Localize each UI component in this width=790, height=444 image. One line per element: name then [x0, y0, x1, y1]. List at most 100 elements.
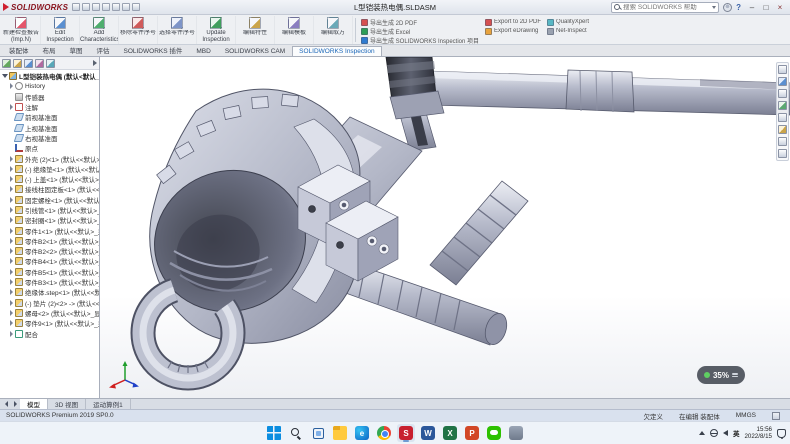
tab-layout[interactable]: 布局 [36, 43, 63, 56]
zoom-indicator[interactable]: 35% [697, 366, 745, 384]
solidworks-logo[interactable]: SOLIDWORKS [3, 3, 68, 12]
collapse-arrow-icon[interactable] [2, 74, 8, 78]
tree-item-front-plane[interactable]: 前视基准面 [0, 112, 99, 122]
tree-item-component[interactable]: 零件9<1> (默认<<默认>_显示状态 1>) [0, 318, 99, 328]
print-icon[interactable] [102, 3, 110, 11]
taskbar-task-view-button[interactable] [309, 424, 327, 442]
expand-arrow-icon[interactable] [8, 331, 14, 337]
tree-item-sensors[interactable]: 传感器 [0, 92, 99, 102]
hide-show-items-icon[interactable] [778, 113, 787, 122]
expand-arrow-icon[interactable] [8, 166, 14, 172]
display-style-icon[interactable] [778, 101, 787, 110]
minimize-button[interactable]: – [745, 1, 759, 14]
sign-in-icon[interactable] [723, 3, 732, 12]
expand-arrow-icon[interactable] [8, 83, 14, 89]
tree-item-component[interactable]: (-) 上盖<1> (默认<<默认>_显示状态 1>) [0, 174, 99, 184]
armored-sheath-tube[interactable] [426, 70, 790, 115]
expand-arrow-icon[interactable] [8, 258, 14, 264]
open-file-icon[interactable] [82, 3, 90, 11]
expand-arrow-icon[interactable] [8, 156, 14, 162]
net-inspect-button[interactable]: Net-Inspect [547, 27, 589, 35]
expand-arrow-icon[interactable] [8, 289, 14, 295]
section-view-icon[interactable] [778, 77, 787, 86]
tree-item-component[interactable]: 绝缘体.step<1> (默认<<默认>_显示状态 1>) [0, 287, 99, 297]
select-balloons-button[interactable]: 选择零件序号 [158, 16, 197, 44]
edit-template-button[interactable]: 编辑模板 [275, 16, 314, 44]
volume-icon[interactable] [723, 430, 728, 436]
expand-arrow-icon[interactable] [8, 279, 14, 285]
tree-item-top-plane[interactable]: 上视基准面 [0, 122, 99, 132]
tree-item-component[interactable]: 密封圈<1> (默认<<默认>_显示状态 1>) [0, 215, 99, 225]
featuremanager-tree-icon[interactable] [2, 59, 11, 68]
tree-item-component[interactable]: 螺母<2> (默认<<默认>_显示状态 1>) [0, 308, 99, 318]
taskbar-excel-button[interactable]: X [441, 424, 459, 442]
redo-icon[interactable] [122, 3, 130, 11]
zoom-fit-icon[interactable] [778, 65, 787, 74]
tree-item-mates[interactable]: 配合 [0, 328, 99, 338]
export-to-2d-pdf-button[interactable]: Export to 2D PDF [485, 18, 541, 26]
network-icon[interactable] [710, 429, 718, 437]
tree-item-component[interactable]: (-) 垫片 (2)<2> -> (默认<<默认>_显示状态 1>) [0, 298, 99, 308]
search-input[interactable] [623, 4, 710, 11]
taskbar-edge-button[interactable]: e [353, 424, 371, 442]
export-2d-pdf-cn-button[interactable]: 导出生成 2D PDF [361, 18, 479, 26]
tree-item-component[interactable]: 零件B4<1> (默认<<默认>_显示状态 1>) [0, 256, 99, 266]
save-icon[interactable] [92, 3, 100, 11]
expand-arrow-icon[interactable] [8, 300, 14, 306]
tab-sketch[interactable]: 草图 [63, 43, 90, 56]
taskbar-solidworks-button[interactable]: S [397, 424, 415, 442]
taskbar-wechat-button[interactable] [485, 424, 503, 442]
tab-mbd[interactable]: MBD [189, 46, 217, 56]
taskbar-start-button[interactable] [265, 424, 283, 442]
taskbar-file-explorer-button[interactable] [331, 424, 349, 442]
dimxpertmanager-icon[interactable] [35, 59, 44, 68]
edit-appearance-icon[interactable] [778, 125, 787, 134]
tab-solidworks-inspection[interactable]: SOLIDWORKS Inspection [292, 46, 382, 56]
finned-section[interactable] [430, 181, 528, 285]
units-selector[interactable]: MMGS [736, 412, 756, 419]
edit-characteristics-button[interactable]: 编辑特性 [236, 16, 275, 44]
configurationmanager-icon[interactable] [24, 59, 33, 68]
tree-item-assembly-root[interactable]: L型铠装热电偶 (默认<默认_显示状态-1>) [0, 71, 99, 81]
expand-arrow-icon[interactable] [8, 248, 14, 254]
tree-item-component[interactable]: 外壳 (2)<1> (默认<<默认>_显示状态 1>) [0, 153, 99, 163]
taskbar-powerpoint-button[interactable]: P [463, 424, 481, 442]
export-excel-cn-button[interactable]: 导出生成 Excel [361, 27, 479, 35]
3d-model-view[interactable] [100, 57, 790, 398]
new-inspection-project-button[interactable]: 新建检查报告(Imp.N) [2, 16, 41, 44]
remove-balloons-button[interactable]: 移除零件序号 [119, 16, 158, 44]
tab-3d-views[interactable]: 3D 视图 [48, 399, 86, 409]
propertymanager-icon[interactable] [13, 59, 22, 68]
taskbar-chrome-button[interactable] [375, 424, 393, 442]
expand-arrow-icon[interactable] [8, 269, 14, 275]
tree-item-component[interactable]: 零件B2<1> (默认<<默认>_显示状态 1>) [0, 236, 99, 246]
expand-arrow-icon[interactable] [8, 228, 14, 234]
tray-overflow-icon[interactable] [699, 431, 705, 435]
expand-arrow-icon[interactable] [8, 320, 14, 326]
tree-item-history[interactable]: History [0, 81, 99, 91]
tab-model[interactable]: 模型 [20, 399, 48, 409]
clock[interactable]: 15:56 2022/8/15 [744, 426, 772, 440]
expand-arrow-icon[interactable] [8, 104, 14, 110]
tab-assembly[interactable]: 装配体 [2, 43, 36, 56]
add-characteristics-button[interactable]: Add Characteristics [80, 16, 119, 44]
tree-item-component[interactable]: 固定螺栓<1> (默认<<默认>_显示状态 1>) [0, 195, 99, 205]
qualityxpert-button[interactable]: QualityXpert [547, 18, 589, 26]
tree-item-origin[interactable]: 原点 [0, 143, 99, 153]
tree-item-component[interactable]: 零件B3<1> (默认<<默认>_显示状态 1>) [0, 277, 99, 287]
tree-item-component[interactable]: (-) 绝缘垫<1> (默认<<默认>_显示状态 1>) [0, 164, 99, 174]
tree-item-right-plane[interactable]: 右视基准面 [0, 133, 99, 143]
expand-arrow-icon[interactable] [8, 186, 14, 192]
notification-center-icon[interactable] [777, 429, 786, 438]
tab-solidworks-addins[interactable]: SOLIDWORKS 插件 [117, 43, 190, 56]
expand-arrow-icon[interactable] [8, 176, 14, 182]
taskbar-word-button[interactable]: W [419, 424, 437, 442]
expand-arrow-icon[interactable] [8, 217, 14, 223]
view-orientation-icon[interactable] [778, 89, 787, 98]
displaymanager-icon[interactable] [46, 59, 55, 68]
view-settings-icon[interactable] [778, 149, 787, 158]
input-language-indicator[interactable]: 英 [733, 428, 740, 438]
close-button[interactable]: × [773, 1, 787, 14]
expand-arrow-icon[interactable] [8, 207, 14, 213]
help-icon[interactable]: ? [736, 3, 741, 12]
